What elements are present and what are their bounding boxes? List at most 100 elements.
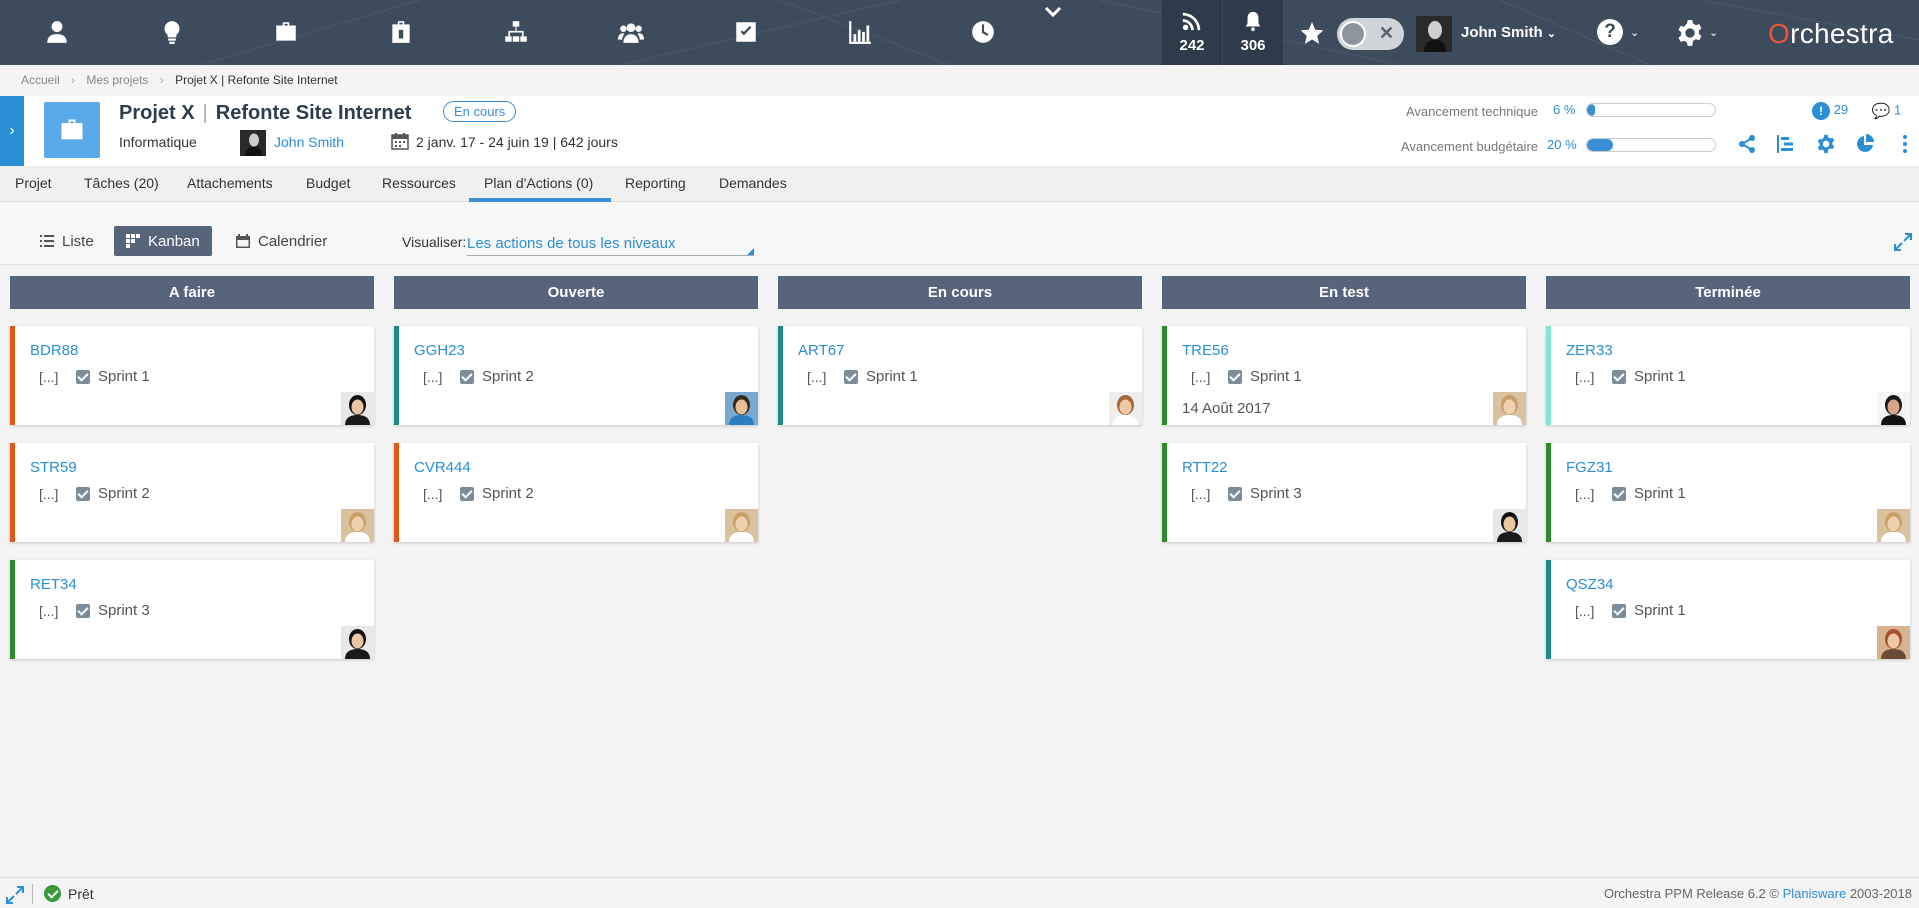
kanban-card[interactable]: BDR88 [...] Sprint 1 xyxy=(10,326,374,425)
card-code-link[interactable]: GGH23 xyxy=(414,342,465,359)
more-options-icon[interactable] xyxy=(1895,134,1915,154)
team-icon[interactable] xyxy=(613,14,649,50)
user-icon[interactable] xyxy=(39,14,75,50)
card-code-link[interactable]: QSZ34 xyxy=(1566,576,1614,593)
tab-projet[interactable]: Projet xyxy=(15,175,52,191)
alerts-count[interactable]: 29 xyxy=(1834,102,1848,117)
avatar xyxy=(1109,392,1142,425)
tab-attachements[interactable]: Attachements xyxy=(187,175,273,191)
tab-reporting[interactable]: Reporting xyxy=(625,175,686,191)
checkbox-icon xyxy=(1228,487,1242,501)
chart-icon[interactable] xyxy=(842,14,878,50)
avatar xyxy=(1877,509,1910,542)
avatar xyxy=(240,130,266,156)
card-more-text[interactable]: [...] xyxy=(423,486,442,502)
card-sprint: Sprint 1 xyxy=(866,368,918,385)
expand-icon[interactable] xyxy=(1893,232,1913,252)
notification-counter[interactable]: 306 xyxy=(1223,0,1283,65)
kanban-card[interactable]: TRE56 [...] Sprint 1 14 Août 2017 xyxy=(1162,326,1526,425)
visualiser-select[interactable]: Les actions de tous les niveaux xyxy=(467,232,754,256)
checkbox-icon xyxy=(76,604,90,618)
card-code-link[interactable]: TRE56 xyxy=(1182,342,1229,359)
clock-icon[interactable] xyxy=(965,14,1001,50)
card-more-text[interactable]: [...] xyxy=(39,486,58,502)
card-more-text[interactable]: [...] xyxy=(807,369,826,385)
card-more-text[interactable]: [...] xyxy=(423,369,442,385)
release-text: Orchestra PPM Release 6.2 © xyxy=(1603,886,1779,901)
kanban-card[interactable]: FGZ31 [...] Sprint 1 xyxy=(1546,443,1910,542)
help-icon[interactable]: ? xyxy=(1597,19,1623,45)
user-menu[interactable]: John Smith ⌄ xyxy=(1461,24,1556,41)
kanban-card[interactable]: ZER33 [...] Sprint 1 xyxy=(1546,326,1910,425)
card-more-text[interactable]: [...] xyxy=(1191,369,1210,385)
tab-demandes[interactable]: Demandes xyxy=(719,175,787,191)
tab-ressources[interactable]: Ressources xyxy=(382,175,456,191)
kanban-card[interactable]: CVR444 [...] Sprint 2 xyxy=(394,443,758,542)
comments-count[interactable]: 1 xyxy=(1894,102,1901,117)
breadcrumb-home[interactable]: Accueil xyxy=(21,73,60,87)
kanban-card[interactable]: STR59 [...] Sprint 2 xyxy=(10,443,374,542)
gear-icon[interactable] xyxy=(1676,19,1704,47)
expand-icon[interactable] xyxy=(6,886,24,904)
card-code-link[interactable]: FGZ31 xyxy=(1566,459,1613,476)
card-code-link[interactable]: RET34 xyxy=(30,576,77,593)
tab-taches[interactable]: Tâches (20) xyxy=(84,175,159,191)
breadcrumb-my-projects[interactable]: Mes projets xyxy=(86,73,148,87)
star-icon[interactable] xyxy=(1299,20,1325,46)
mode-toggle[interactable]: ✕ xyxy=(1337,18,1404,50)
project-case-icon[interactable] xyxy=(383,14,419,50)
kanban-view-button[interactable]: Kanban xyxy=(114,226,212,256)
list-view-button[interactable]: Liste xyxy=(28,226,106,256)
card-sprint: Sprint 1 xyxy=(1250,368,1302,385)
card-code-link[interactable]: ART67 xyxy=(798,342,844,359)
card-more-text[interactable]: [...] xyxy=(39,603,58,619)
card-more-text[interactable]: [...] xyxy=(1575,486,1594,502)
divider xyxy=(32,884,33,904)
logo-text: rchestra xyxy=(1790,18,1894,49)
project-dates: 2 janv. 17 - 24 juin 19 | 642 jours xyxy=(416,134,618,150)
kanban-card[interactable]: RET34 [...] Sprint 3 xyxy=(10,560,374,659)
release-years: 2003-2018 xyxy=(1849,886,1912,901)
briefcase-icon[interactable] xyxy=(268,14,304,50)
card-sprint: Sprint 1 xyxy=(1634,485,1686,502)
gantt-icon[interactable] xyxy=(1776,134,1796,154)
planisware-link[interactable]: Planisware xyxy=(1783,886,1847,901)
card-more-text[interactable]: [...] xyxy=(1575,603,1594,619)
org-chart-icon[interactable] xyxy=(498,14,534,50)
kanban-card[interactable]: GGH23 [...] Sprint 2 xyxy=(394,326,758,425)
kanban-card[interactable]: ART67 [...] Sprint 1 xyxy=(778,326,1142,425)
kanban-card[interactable]: QSZ34 [...] Sprint 1 xyxy=(1546,560,1910,659)
card-code-link[interactable]: CVR444 xyxy=(414,459,471,476)
card-code-link[interactable]: RTT22 xyxy=(1182,459,1228,476)
card-code-link[interactable]: BDR88 xyxy=(30,342,78,359)
avatar[interactable] xyxy=(1416,16,1452,52)
kanban-card[interactable]: RTT22 [...] Sprint 3 xyxy=(1162,443,1526,542)
card-more-text[interactable]: [...] xyxy=(1575,369,1594,385)
card-code-link[interactable]: STR59 xyxy=(30,459,77,476)
share-icon[interactable] xyxy=(1737,134,1757,154)
alert-icon[interactable]: ! xyxy=(1812,102,1830,120)
card-date: 14 Août 2017 xyxy=(1182,400,1271,417)
card-more-text[interactable]: [...] xyxy=(1191,486,1210,502)
tab-plan-actions[interactable]: Plan d'Actions (0) xyxy=(484,175,593,191)
side-panel-toggle[interactable]: › xyxy=(0,96,24,166)
chevron-down-icon[interactable]: ⌄ xyxy=(1630,26,1639,39)
comment-icon[interactable]: 💬 xyxy=(1872,103,1891,120)
project-manager-link[interactable]: John Smith xyxy=(274,134,344,150)
chevron-down-icon[interactable]: ⌄ xyxy=(1709,26,1718,39)
pie-chart-icon[interactable] xyxy=(1855,134,1875,154)
chevron-down-icon[interactable] xyxy=(1043,4,1063,20)
calendar-view-button[interactable]: Calendrier xyxy=(224,226,339,256)
card-more-text[interactable]: [...] xyxy=(39,369,58,385)
tab-budget[interactable]: Budget xyxy=(306,175,350,191)
checkbox-icon[interactable] xyxy=(728,14,764,50)
gear-icon[interactable] xyxy=(1816,134,1836,154)
technical-progress-bar xyxy=(1586,103,1716,117)
avatar xyxy=(1877,392,1910,425)
card-code-link[interactable]: ZER33 xyxy=(1566,342,1613,359)
feed-counter[interactable]: 242 xyxy=(1162,0,1222,65)
breadcrumb-separator: › xyxy=(71,73,76,87)
avatar xyxy=(1493,509,1526,542)
lightbulb-icon[interactable] xyxy=(154,14,190,50)
briefcase-icon xyxy=(44,102,100,158)
